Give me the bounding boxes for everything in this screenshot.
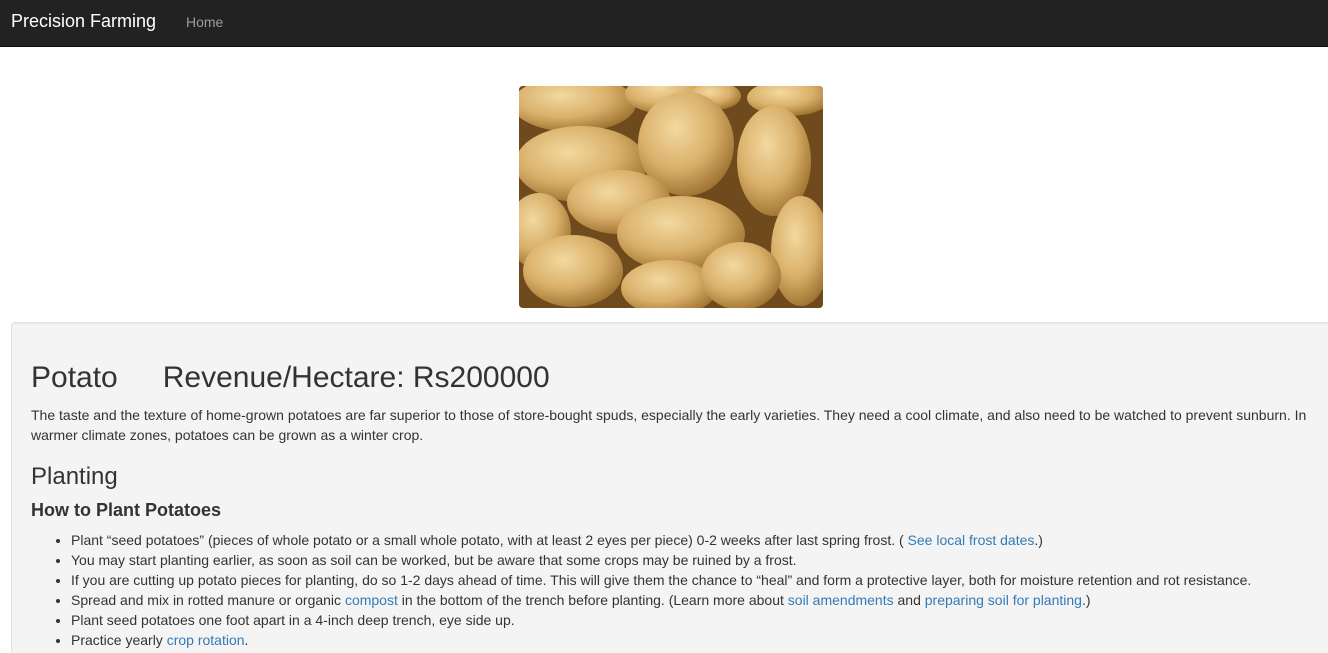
- frost-dates-link[interactable]: See local frost dates: [908, 532, 1035, 548]
- soil-amendments-link[interactable]: soil amendments: [788, 592, 894, 608]
- nav-link-home[interactable]: Home: [186, 13, 223, 31]
- potatoes-photo: [519, 86, 823, 308]
- list-item: Practice yearly crop rotation.: [71, 630, 1321, 650]
- list-item: If you are cutting up potato pieces for …: [71, 570, 1321, 590]
- how-to-plant-heading: How to Plant Potatoes: [31, 500, 222, 520]
- planting-heading: Planting: [31, 463, 118, 490]
- crop-name: Potato: [31, 361, 118, 394]
- crop-rotation-link[interactable]: crop rotation: [167, 632, 245, 648]
- list-item: Plant “seed potatoes” (pieces of whole p…: [71, 530, 1321, 550]
- list-item: You may start planting earlier, as soon …: [71, 550, 1321, 570]
- brand-link[interactable]: Precision Farming: [11, 10, 156, 32]
- list-item: Spread and mix in rotted manure or organ…: [71, 590, 1321, 610]
- crop-revenue: Revenue/Hectare: Rs200000: [162, 361, 550, 394]
- compost-link[interactable]: compost: [345, 592, 398, 608]
- list-item: Plant seed potatoes one foot apart in a …: [71, 610, 1321, 630]
- preparing-soil-link[interactable]: preparing soil for planting: [925, 592, 1082, 608]
- planting-steps-list: Plant “seed potatoes” (pieces of whole p…: [71, 530, 1321, 650]
- crop-title: Potato Revenue/Hectare: Rs200000: [31, 360, 550, 396]
- top-navbar: Precision Farming Home: [0, 0, 1328, 47]
- crop-description: The taste and the texture of home-grown …: [31, 407, 1307, 443]
